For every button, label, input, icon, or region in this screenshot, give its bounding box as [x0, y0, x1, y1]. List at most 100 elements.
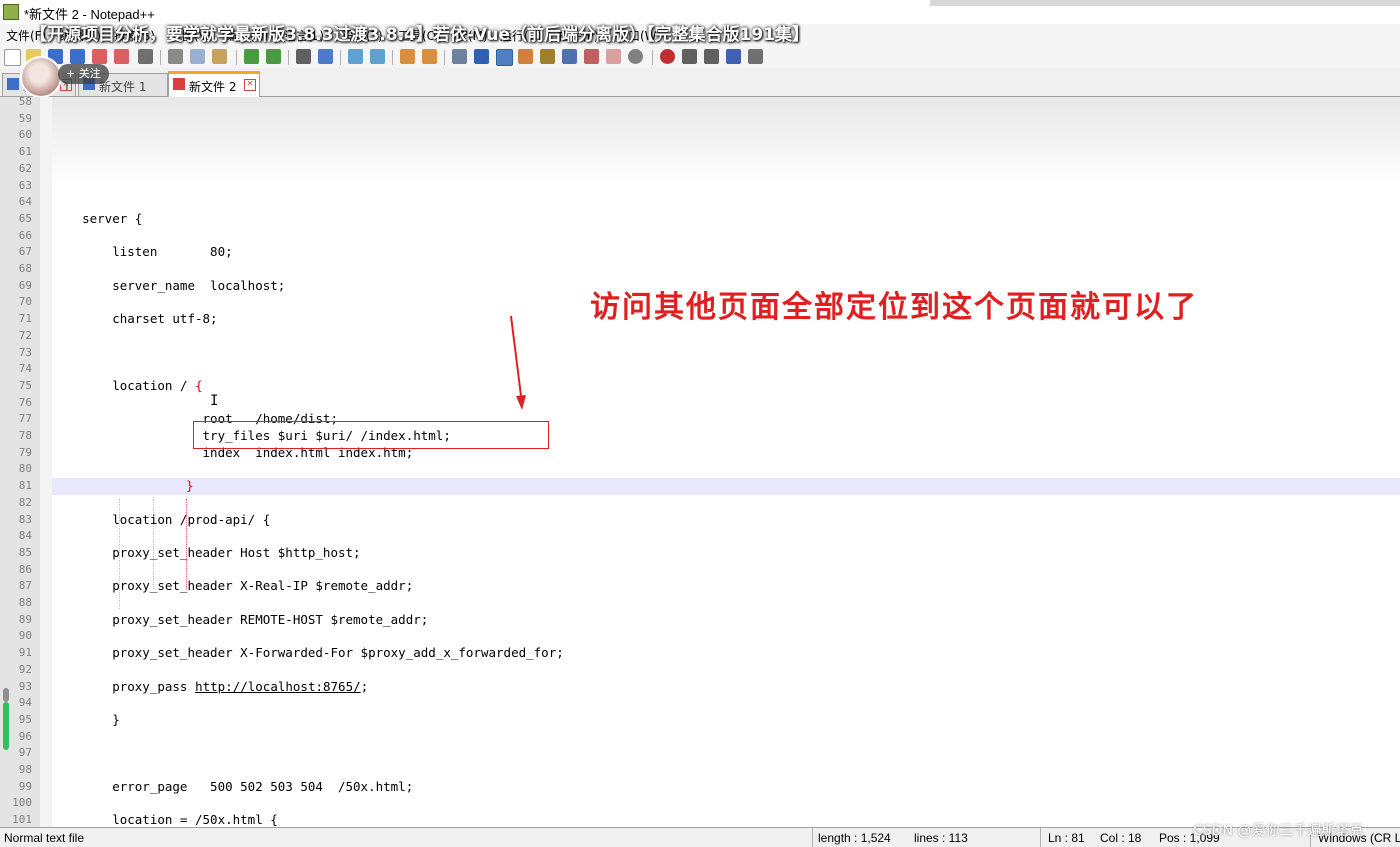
code-line: location / — [52, 377, 195, 393]
line-number: 72 — [18, 328, 32, 342]
record-macro-icon[interactable] — [660, 49, 675, 64]
line-number: 62 — [18, 161, 32, 175]
code-line: proxy_pass — [52, 678, 195, 694]
save-all-icon[interactable] — [70, 49, 85, 64]
tab-label: 新文件 2 — [189, 80, 237, 94]
doc-map-icon[interactable] — [540, 49, 555, 64]
line-number: 73 — [18, 345, 32, 359]
line-number: 86 — [18, 562, 32, 576]
title-bar-ghost — [930, 0, 1400, 6]
find-icon[interactable] — [296, 49, 311, 64]
new-file-icon[interactable] — [4, 49, 21, 66]
monitor-icon[interactable] — [606, 49, 621, 64]
zoom-in-icon[interactable] — [348, 49, 363, 64]
line-number: 71 — [18, 312, 32, 326]
code-line: listen 80; — [52, 244, 233, 260]
uploader-avatar[interactable] — [20, 56, 62, 98]
line-number: 92 — [18, 662, 32, 676]
code-line: location = /50x.html { — [52, 812, 278, 827]
status-file-type: Normal text file — [4, 831, 85, 845]
follow-button[interactable]: + 关注 — [58, 64, 109, 84]
line-number: 76 — [18, 395, 32, 409]
line-number: 64 — [18, 195, 32, 209]
function-list-icon[interactable] — [562, 49, 577, 64]
line-number: 68 — [18, 262, 32, 275]
redo-icon[interactable] — [266, 49, 281, 64]
proxy-url-link[interactable]: http://localhost:8765/ — [195, 679, 361, 696]
code-line: proxy_set_header Host $http_host; — [52, 544, 361, 560]
line-number: 77 — [18, 412, 32, 426]
line-number: 83 — [18, 512, 32, 526]
line-number: 99 — [18, 779, 32, 793]
line-number: 67 — [18, 245, 32, 259]
line-number: 74 — [18, 362, 32, 376]
line-number: 100 — [12, 796, 32, 810]
replace-icon[interactable] — [318, 49, 333, 64]
toolbar — [0, 46, 1400, 68]
sync-vertical-icon[interactable] — [400, 49, 415, 64]
print-icon[interactable] — [138, 49, 153, 64]
indent-guide-icon[interactable] — [496, 49, 513, 66]
code-line: charset utf-8; — [52, 311, 218, 327]
run-macro-multiple-icon[interactable] — [726, 49, 741, 64]
editor[interactable]: 58 59 60 61 62 63 64 65 server {66 67 listen 80;… — [0, 97, 1400, 827]
status-col: Col : 18 — [1100, 831, 1142, 845]
line-number: 91 — [18, 646, 32, 660]
toolbar-separator — [288, 50, 289, 65]
line-number: 98 — [18, 763, 32, 776]
fold-margin — [40, 97, 52, 827]
line-number: 66 — [18, 228, 32, 242]
line-number: 65 — [18, 211, 32, 225]
line-number: 85 — [18, 545, 32, 559]
csdn-watermark: CSDN @爱你三千遍斯塔克 — [1193, 823, 1364, 839]
code-line: server { — [52, 210, 143, 226]
close-all-icon[interactable] — [114, 49, 129, 64]
notepadpp-app-icon — [3, 4, 19, 20]
line-number: 90 — [18, 629, 32, 643]
status-length: length : 1,524 — [818, 831, 891, 845]
line-number: 60 — [18, 128, 32, 142]
zoom-out-icon[interactable] — [370, 49, 385, 64]
editor-fade — [52, 97, 1400, 187]
unsaved-file-icon — [173, 78, 185, 90]
tab-file-2[interactable]: 新文件 2 × — [168, 71, 260, 99]
save-macro-icon[interactable] — [748, 49, 763, 64]
stop-macro-icon[interactable] — [682, 49, 697, 64]
cloud-icon[interactable] — [628, 49, 643, 64]
word-wrap-icon[interactable] — [452, 49, 467, 64]
tab-bar: 新文件 1 × 新文件 1 新文件 2 × — [0, 68, 1400, 99]
line-number: 81 — [18, 479, 32, 493]
language-icon[interactable] — [518, 49, 533, 64]
toolbar-separator — [392, 50, 393, 65]
matched-close-brace: } — [186, 478, 194, 494]
line-number: 80 — [18, 462, 32, 476]
cut-icon[interactable] — [168, 49, 183, 64]
line-number: 58 — [18, 97, 32, 108]
status-lines: lines : 113 — [914, 831, 968, 845]
line-number: 69 — [18, 278, 32, 292]
line-number: 63 — [18, 178, 32, 192]
show-all-chars-icon[interactable] — [474, 49, 489, 64]
close-file-icon[interactable] — [92, 49, 107, 64]
line-number: 61 — [18, 145, 32, 159]
paste-icon[interactable] — [212, 49, 227, 64]
statement-terminator: ; — [360, 678, 369, 694]
toolbar-separator — [444, 50, 445, 65]
copy-icon[interactable] — [190, 49, 205, 64]
code-line: location /prod-api/ { — [52, 511, 271, 527]
video-overlay-title: 【开源项目分析，要学就学最新版3.8.3过渡3.8.4】若依-Vue（前后端分离… — [30, 25, 810, 45]
code-line: error_page 500 502 503 504 /50x.html; — [52, 778, 414, 794]
change-marker — [3, 702, 9, 750]
undo-icon[interactable] — [244, 49, 259, 64]
folder-workspace-icon[interactable] — [584, 49, 599, 64]
current-line-highlight — [52, 478, 1400, 495]
tab-close-icon[interactable]: × — [244, 79, 256, 91]
sync-horizontal-icon[interactable] — [422, 49, 437, 64]
code-line: proxy_set_header X-Real-IP $remote_addr; — [52, 578, 414, 594]
line-number: 75 — [18, 378, 32, 392]
line-number: 79 — [18, 445, 32, 459]
status-divider — [812, 828, 813, 847]
status-bar: Normal text file length : 1,524 lines : … — [0, 827, 1400, 847]
text-cursor-icon: I — [210, 393, 219, 409]
play-macro-icon[interactable] — [704, 49, 719, 64]
